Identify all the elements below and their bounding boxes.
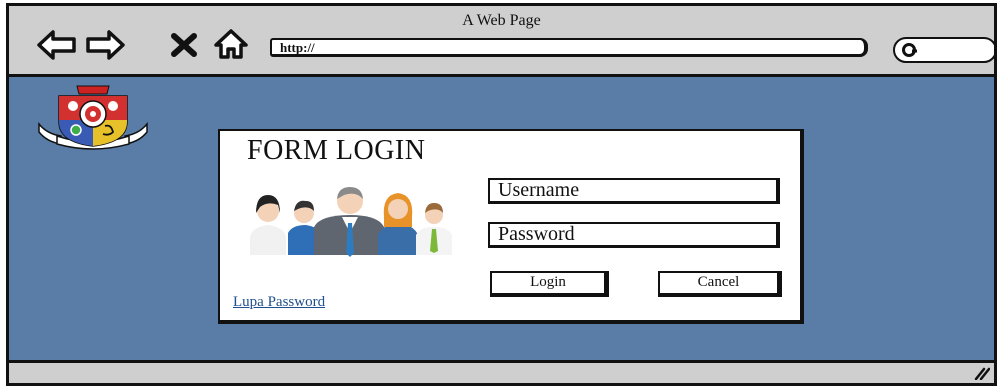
search-icon [902, 43, 917, 57]
status-bar [9, 360, 994, 383]
browser-toolbar: A Web Page http:// [9, 6, 994, 77]
login-button[interactable]: Login [490, 271, 609, 297]
page-content: FORM LOGIN Username Password Login Cance… [9, 77, 994, 365]
forward-arrow-icon[interactable] [85, 28, 125, 62]
window-title: A Web Page [462, 12, 541, 29]
username-field[interactable]: Username [488, 178, 780, 204]
back-arrow-icon[interactable] [37, 28, 77, 62]
browser-window: A Web Page http:// FORM LOGIN Username P… [6, 3, 997, 386]
url-input[interactable]: http:// [270, 38, 868, 57]
close-icon[interactable] [171, 33, 197, 57]
search-input[interactable] [893, 37, 994, 63]
users-illustration [250, 187, 452, 257]
forgot-password-link[interactable]: Lupa Password [233, 294, 325, 311]
resize-grip-icon[interactable] [972, 366, 990, 380]
login-form: FORM LOGIN Username Password Login Cance… [218, 129, 804, 324]
form-title: FORM LOGIN [247, 135, 426, 166]
crest-logo [38, 85, 148, 150]
cancel-button[interactable]: Cancel [658, 271, 782, 297]
password-field[interactable]: Password [488, 222, 780, 248]
home-icon[interactable] [213, 28, 249, 60]
